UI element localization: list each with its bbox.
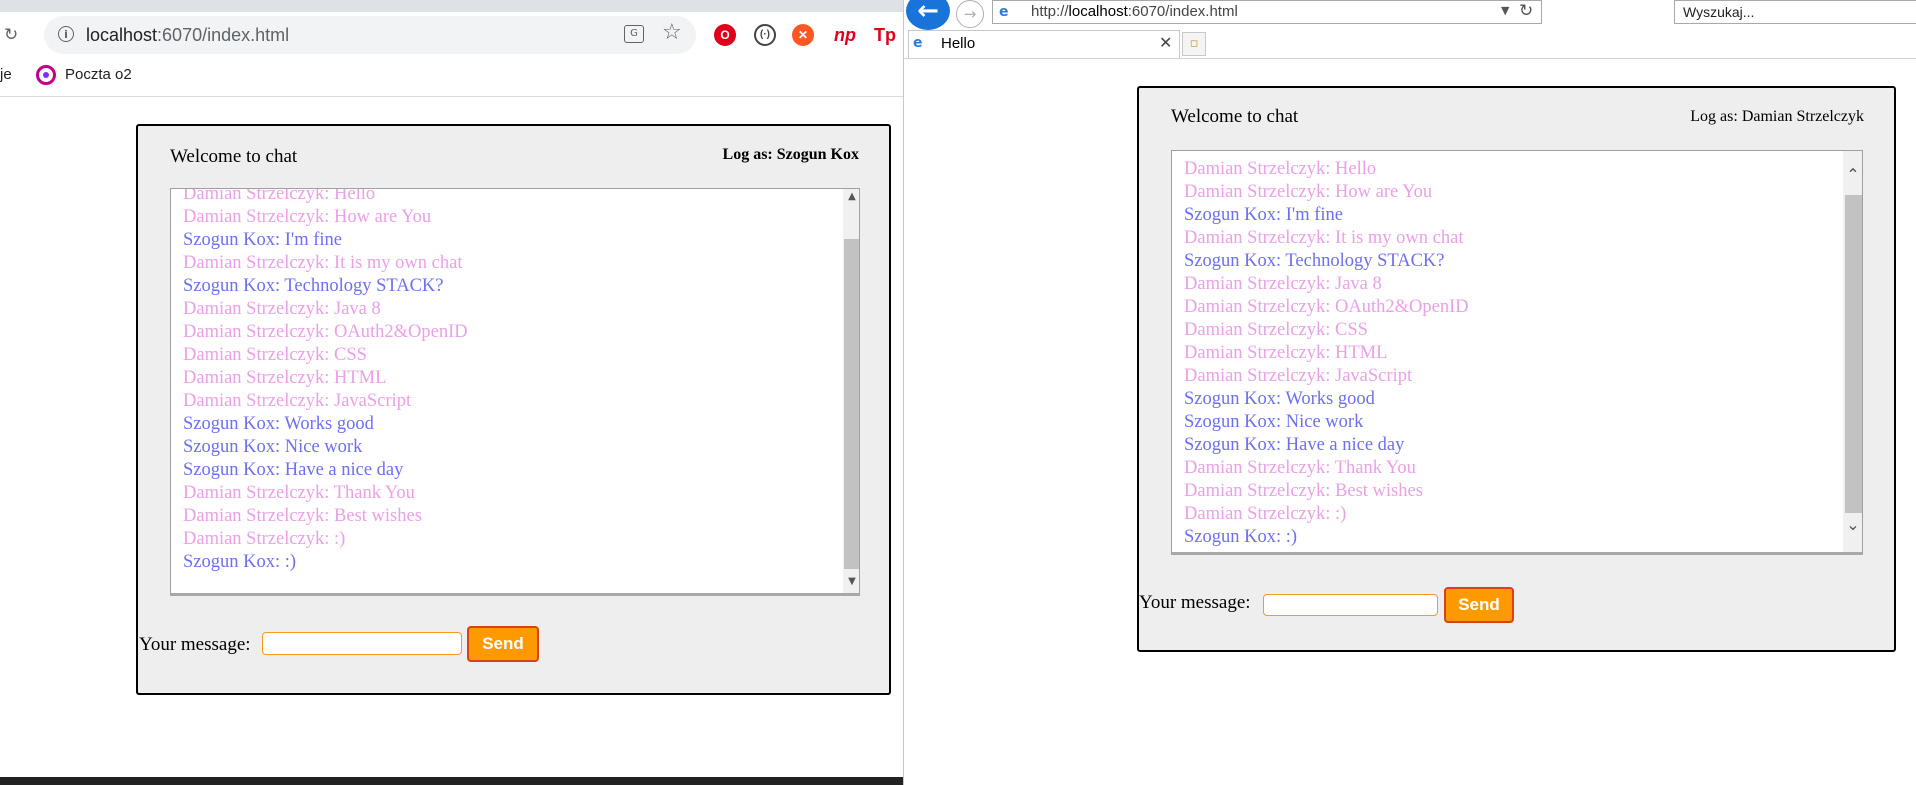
your-message-label: Your message: <box>1139 592 1251 613</box>
tab-title: Hello <box>941 35 976 52</box>
messages-container: Damian Strzelczyk: Hello Damian Strzelczy… <box>171 188 468 574</box>
chat-message: Damian Strzelczyk: JavaScript <box>183 391 412 411</box>
ie-page-icon: e <box>999 4 1009 20</box>
chat-message: Damian Strzelczyk: Thank You <box>1184 458 1416 478</box>
chat-message: Damian Strzelczyk: CSS <box>1184 320 1368 340</box>
poczta-o2-icon[interactable] <box>36 65 56 85</box>
address-url: localhost:6070/index.html <box>86 25 289 46</box>
url-host: localhost <box>1068 3 1128 20</box>
message-list[interactable]: Damian Strzelczyk: Hello Damian Strzelczy… <box>170 188 860 596</box>
chat-message: Szogun Kox: :) <box>183 552 297 572</box>
tab-hello[interactable]: e Hello ✕ <box>908 30 1180 58</box>
chat-message: Szogun Kox: Nice work <box>1184 412 1364 432</box>
url-host: localhost <box>86 25 158 45</box>
chat-message: Damian Strzelczyk: Best wishes <box>183 506 422 526</box>
chat-message: Damian Strzelczyk: HTML <box>183 368 387 388</box>
chat-message: Damian Strzelczyk: Java 8 <box>1184 274 1382 294</box>
message-input[interactable] <box>1263 594 1438 616</box>
chat-message: Damian Strzelczyk: It is my own chat <box>1184 228 1464 248</box>
messages-container: Damian Strzelczyk: Hello Damian Strzelczy… <box>1172 158 1469 549</box>
chat-message: Damian Strzelczyk: :) <box>183 529 346 549</box>
logged-user-label: Log as: Szogun Kox <box>722 146 859 163</box>
chat-message: Damian Strzelczyk: Best wishes <box>1184 481 1423 501</box>
browser-toolbar: ↻ i localhost:6070/index.html G ☆ O (·) … <box>0 12 903 58</box>
scroll-up-icon[interactable]: ▲ <box>843 191 859 202</box>
message-input[interactable] <box>262 632 462 655</box>
ie-navigation-bar: ← → e http://localhost:6070/index.html ▼… <box>904 0 1916 30</box>
chrome-window: ↻ i localhost:6070/index.html G ☆ O (·) … <box>0 0 903 785</box>
refresh-icon[interactable]: ↻ <box>1519 1 1533 21</box>
chat-message: Damian Strzelczyk: How are You <box>183 207 432 227</box>
bookmarks-bar: je Poczta o2 <box>0 58 903 97</box>
chat-panel: Welcome to chat Log as: Damian Strzelczy… <box>1137 86 1896 652</box>
ie-page-icon: e <box>913 35 923 51</box>
message-list[interactable]: Damian Strzelczyk: Hello Damian Strzelczy… <box>1171 150 1863 555</box>
chat-message: Szogun Kox: Works good <box>1184 389 1375 409</box>
bookmark-item-partial[interactable]: je <box>0 66 12 83</box>
chat-message: Damian Strzelczyk: OAuth2&OpenID <box>183 322 468 342</box>
chat-panel: Welcome to chat Log as: Szogun Kox Damia… <box>136 124 891 695</box>
close-tab-icon[interactable]: ✕ <box>1159 33 1172 52</box>
chat-message: Szogun Kox: Have a nice day <box>1184 435 1405 455</box>
chat-message: Szogun Kox: Works good <box>183 414 374 434</box>
chat-message: Szogun Kox: I'm fine <box>183 230 343 250</box>
forward-arrow-icon[interactable]: → <box>956 0 984 28</box>
new-tab-icon[interactable]: ▫ <box>1182 32 1206 56</box>
chat-message: Szogun Kox: Nice work <box>183 437 363 457</box>
back-arrow-icon[interactable]: ← <box>906 0 950 30</box>
ie-tab-bar: e Hello ✕ ▫ <box>904 30 1916 59</box>
chat-message: Damian Strzelczyk: Hello <box>183 188 376 204</box>
scrollbar-thumb[interactable] <box>844 239 859 569</box>
bookmark-star-icon[interactable]: ☆ <box>662 20 682 45</box>
message-scrollbar[interactable]: ▲ ▼ <box>843 189 859 593</box>
chat-message: Damian Strzelczyk: CSS <box>183 345 367 365</box>
info-icon[interactable]: i <box>58 26 74 42</box>
chat-message: Damian Strzelczyk: :) <box>1184 504 1347 524</box>
chat-message: Damian Strzelczyk: Thank You <box>183 483 415 503</box>
chat-message: Damian Strzelczyk: HTML <box>1184 343 1388 363</box>
chat-message: Szogun Kox: Technology STACK? <box>1184 251 1445 271</box>
tab-strip <box>0 0 903 12</box>
orange-extension-icon[interactable]: ✕ <box>792 24 814 46</box>
chat-message: Szogun Kox: Technology STACK? <box>183 276 444 296</box>
address-bar[interactable]: e http://localhost:6070/index.html ▼ ↻ <box>992 0 1542 24</box>
bookmark-item-poczta[interactable]: Poczta o2 <box>65 66 132 83</box>
send-button[interactable]: Send <box>467 626 539 662</box>
logged-user-label: Log as: Damian Strzelczyk <box>1690 108 1864 125</box>
scroll-down-icon[interactable]: ⌄ <box>1843 515 1862 534</box>
scroll-down-icon[interactable]: ▼ <box>843 576 859 587</box>
address-dropdown-icon[interactable]: ▼ <box>1501 4 1509 17</box>
url-path: :6070/index.html <box>157 25 290 45</box>
opera-extension-icon[interactable]: O <box>714 24 736 46</box>
reload-icon[interactable]: ↻ <box>4 25 18 45</box>
translate-icon[interactable]: G <box>624 25 644 43</box>
your-message-label: Your message: <box>139 634 251 655</box>
search-box[interactable]: Wyszukaj... <box>1674 0 1916 24</box>
chat-welcome-title: Welcome to chat <box>170 146 298 167</box>
chat-message: Szogun Kox: I'm fine <box>1184 205 1344 225</box>
extension-icon[interactable]: (·) <box>754 24 776 46</box>
chat-message: Damian Strzelczyk: OAuth2&OpenID <box>1184 297 1469 317</box>
chat-message: Szogun Kox: :) <box>1184 527 1298 547</box>
ie-window: ← → e http://localhost:6070/index.html ▼… <box>903 0 1916 785</box>
url-scheme: http:// <box>1031 3 1069 20</box>
chat-message: Damian Strzelczyk: Java 8 <box>183 299 381 319</box>
chat-welcome-title: Welcome to chat <box>1171 106 1299 127</box>
send-button[interactable]: Send <box>1444 587 1514 623</box>
chat-message: Damian Strzelczyk: JavaScript <box>1184 366 1413 386</box>
chat-message: Szogun Kox: Have a nice day <box>183 460 404 480</box>
np-extension-icon[interactable]: np <box>832 24 858 46</box>
tp-extension-icon[interactable]: Tp <box>872 24 898 46</box>
chat-message: Damian Strzelczyk: How are You <box>1184 182 1433 202</box>
scrollbar-thumb[interactable] <box>1845 195 1862 513</box>
message-scrollbar[interactable]: ⌃ ⌄ <box>1843 151 1862 552</box>
url-path: :6070/index.html <box>1127 3 1238 20</box>
chat-message: Damian Strzelczyk: Hello <box>1184 159 1377 179</box>
chat-message: Damian Strzelczyk: It is my own chat <box>183 253 463 273</box>
taskbar-strip <box>0 777 903 785</box>
scroll-up-icon[interactable]: ⌃ <box>1843 165 1862 184</box>
search-placeholder: Wyszukaj... <box>1683 4 1755 20</box>
address-url[interactable]: http://localhost:6070/index.html <box>1031 3 1238 20</box>
address-bar[interactable]: i localhost:6070/index.html G ☆ <box>44 16 696 54</box>
